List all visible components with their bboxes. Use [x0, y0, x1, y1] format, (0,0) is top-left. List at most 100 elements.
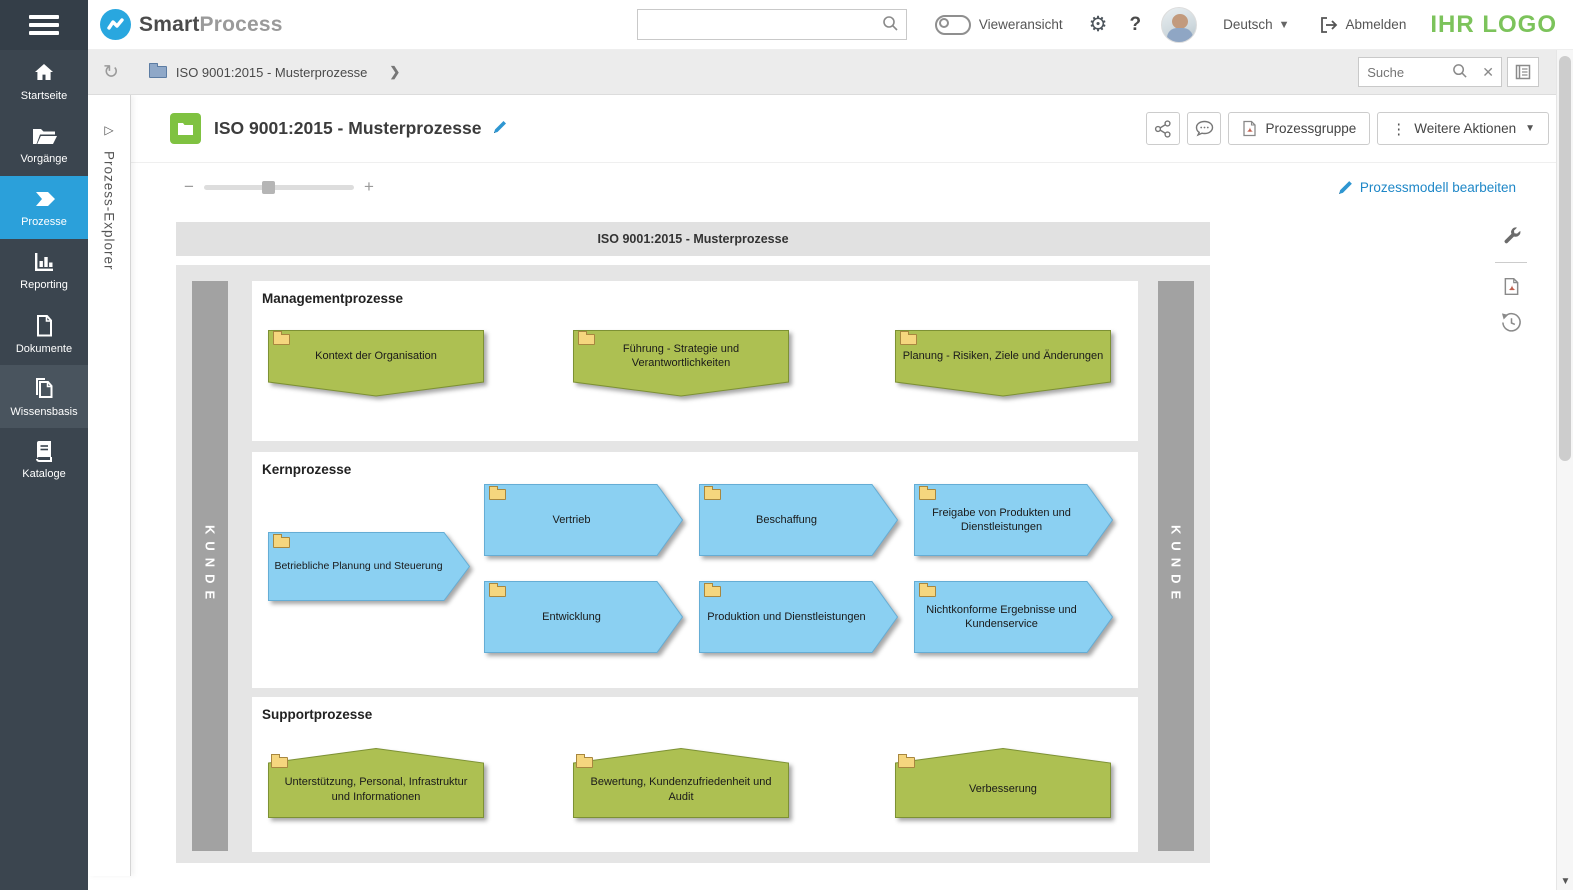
zoom-in-button[interactable]: +: [364, 177, 374, 197]
history-button[interactable]: [1491, 312, 1531, 333]
vertical-scrollbar[interactable]: ▼: [1556, 50, 1573, 890]
sidebar-item-wissensbasis[interactable]: Wissensbasis: [0, 365, 88, 428]
settings-gear-icon[interactable]: ⚙: [1089, 12, 1108, 37]
documents-stack-icon: [36, 377, 53, 398]
sidebar-nav: Startseite Vorgänge Prozesse Reporting D…: [0, 50, 88, 890]
process-shape[interactable]: Planung - Risiken, Ziele und Änderungen: [895, 330, 1111, 397]
section-kernprozesse: Kernprozesse Betriebliche Planung und St…: [252, 452, 1138, 688]
zoom-out-button[interactable]: −: [184, 177, 194, 197]
sidebar-item-reporting[interactable]: Reporting: [0, 239, 88, 302]
diagram-container: KUNDE KUNDE Managementprozesse Kontext d…: [176, 265, 1210, 863]
section-heading: Supportprozesse: [262, 707, 373, 722]
brand-logo: SmartProcess: [100, 9, 283, 40]
kebab-icon: ⋮: [1391, 120, 1407, 138]
customer-lane-right: KUNDE: [1158, 281, 1194, 851]
clear-search-icon[interactable]: ✕: [1475, 64, 1501, 81]
diagram-tool-rail: [1491, 225, 1531, 349]
sidebar-item-kataloge[interactable]: Kataloge: [0, 428, 88, 491]
sidebar-item-prozesse[interactable]: Prozesse: [0, 176, 88, 239]
process-arrow-icon: [36, 192, 55, 206]
history-icon: [1501, 312, 1521, 332]
main-content: ISO 9001:2015 - Musterprozesse Prozessgr…: [131, 95, 1556, 890]
process-shape[interactable]: Bewertung, Kundenzufriedenheit und Audit: [573, 748, 789, 818]
wrench-button[interactable]: [1491, 225, 1531, 246]
weitere-aktionen-button[interactable]: ⋮ Weitere Aktionen ▼: [1377, 112, 1549, 145]
wrench-icon: [1504, 227, 1520, 244]
search-icon[interactable]: [1445, 63, 1475, 82]
journal-icon: [1515, 64, 1531, 80]
process-shape[interactable]: Kontext der Organisation: [268, 330, 484, 397]
viewer-toggle-group: Vieweransicht: [934, 14, 1063, 35]
home-icon: [35, 64, 53, 80]
prozessgruppe-button[interactable]: Prozessgruppe: [1228, 112, 1371, 145]
process-shape[interactable]: Betriebliche Planung und Steuerung: [268, 532, 470, 601]
zoom-toolbar: − + Prozessmodell bearbeiten: [131, 163, 1556, 211]
brand-logo-icon: [100, 9, 131, 40]
book-icon: [36, 441, 52, 462]
brand-name: SmartProcess: [139, 12, 283, 36]
help-icon[interactable]: ?: [1130, 14, 1142, 36]
process-shape[interactable]: Produktion und Dienstleistungen: [699, 581, 898, 653]
logout-icon: [1320, 16, 1337, 33]
global-search-box: [636, 9, 907, 40]
pencil-icon: [1339, 180, 1352, 194]
process-shape[interactable]: Vertrieb: [484, 484, 683, 556]
weitere-aktionen-label: Weitere Aktionen: [1414, 121, 1517, 136]
process-shape[interactable]: Freigabe von Produkten und Dienstleistun…: [914, 484, 1113, 556]
language-selector[interactable]: Deutsch ▼: [1223, 17, 1289, 32]
chevron-right-icon: ❯: [389, 64, 401, 79]
bar-chart-icon: [35, 253, 53, 271]
search-icon[interactable]: [875, 15, 906, 35]
chevron-down-icon: ▼: [1278, 18, 1290, 31]
viewer-toggle[interactable]: [934, 14, 971, 35]
share-button[interactable]: [1146, 112, 1181, 145]
process-shape[interactable]: Verbesserung: [895, 748, 1111, 818]
logout-button[interactable]: Abmelden: [1320, 16, 1406, 33]
breadcrumb-item[interactable]: ISO 9001:2015 - Musterprozesse: [148, 63, 367, 80]
process-group-folder-icon: [170, 113, 201, 144]
comment-button[interactable]: [1187, 112, 1222, 145]
refresh-icon[interactable]: ↻: [103, 61, 119, 84]
edit-process-model-link[interactable]: Prozessmodell bearbeiten: [1337, 179, 1516, 196]
sidebar-item-startseite[interactable]: Startseite: [0, 50, 88, 113]
document-icon: [37, 314, 52, 336]
sidebar-item-dokumente[interactable]: Dokumente: [0, 302, 88, 365]
prozessgruppe-label: Prozessgruppe: [1265, 121, 1357, 136]
divider: [1495, 262, 1527, 263]
quick-search-box: ✕: [1358, 57, 1502, 87]
app-header: SmartProcess Vieweransicht ⚙ ? Deutsch ▼…: [0, 0, 1573, 50]
edit-title-pencil-icon[interactable]: [492, 119, 508, 138]
zoom-slider[interactable]: [203, 180, 354, 194]
process-shape[interactable]: Entwicklung: [484, 581, 683, 653]
process-shape[interactable]: Nichtkonforme Ergebnisse und Kundenservi…: [914, 581, 1113, 653]
sidebar-item-vorgaenge[interactable]: Vorgänge: [0, 113, 88, 176]
folder-icon: [148, 63, 167, 78]
quick-search-input[interactable]: [1359, 64, 1446, 80]
explorer-title: Prozess-Explorer: [101, 151, 117, 271]
section-supportprozesse: Supportprozesse Unterstützung, Personal,…: [252, 697, 1138, 852]
zoom-slider-handle[interactable]: [261, 180, 275, 194]
journal-button[interactable]: [1507, 57, 1539, 87]
user-avatar[interactable]: [1161, 6, 1198, 43]
global-search-input[interactable]: [637, 10, 875, 39]
process-shape[interactable]: Unterstützung, Personal, Infrastruktur u…: [268, 748, 484, 818]
section-heading: Managementprozesse: [262, 291, 404, 306]
page-title-row: ISO 9001:2015 - Musterprozesse Prozessgr…: [131, 95, 1556, 163]
section-managementprozesse: Managementprozesse Kontext der Organisat…: [252, 281, 1138, 441]
expand-triangle-icon[interactable]: ▷: [88, 123, 130, 137]
hamburger-menu-icon: [29, 11, 59, 39]
viewer-toggle-label: Vieweransicht: [978, 17, 1063, 32]
process-shape[interactable]: Führung - Strategie und Verantwortlichke…: [573, 330, 789, 397]
process-shape[interactable]: Beschaffung: [699, 484, 898, 556]
hamburger-menu-button[interactable]: [0, 0, 88, 50]
pdf-export-button[interactable]: [1491, 277, 1531, 296]
breadcrumb-bar: ↻ ISO 9001:2015 - Musterprozesse ❯ ✕: [88, 50, 1556, 95]
language-label: Deutsch: [1223, 17, 1273, 32]
scrollbar-thumb[interactable]: [1559, 56, 1571, 461]
chevron-down-icon: ▼: [1525, 123, 1535, 134]
scroll-down-arrow[interactable]: ▼: [1557, 876, 1573, 887]
process-explorer-panel[interactable]: ▷ Prozess-Explorer: [88, 95, 131, 876]
share-icon: [1155, 119, 1172, 138]
pdf-icon: [1243, 120, 1257, 137]
edit-process-model-label: Prozessmodell bearbeiten: [1359, 179, 1516, 195]
